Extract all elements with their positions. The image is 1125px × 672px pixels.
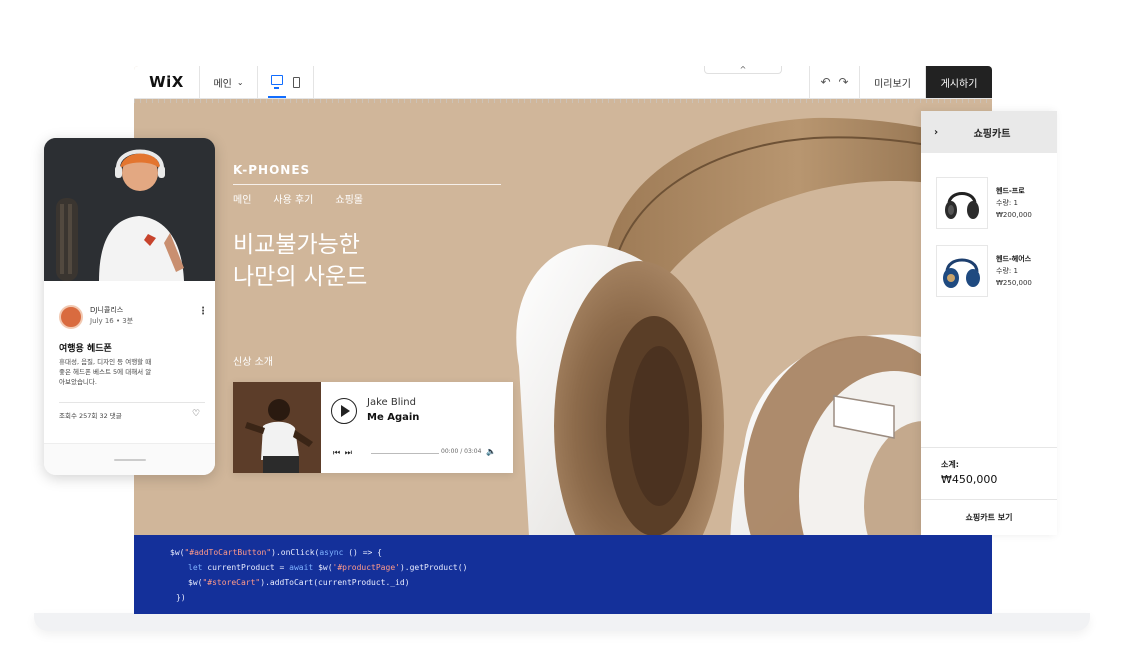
volume-icon[interactable]: 🔈 <box>486 447 496 456</box>
cart-title: 쇼핑카트 <box>973 128 1011 140</box>
cart-header: › 쇼핑카트 <box>921 111 1057 153</box>
desktop-icon <box>271 75 283 89</box>
device-switcher <box>258 66 314 98</box>
cart-item-info: 헨드-헤어스 수량: 1 ₩250,000 <box>996 253 1032 289</box>
play-button[interactable] <box>331 398 357 424</box>
progress-bar[interactable] <box>371 453 439 454</box>
code-line: $w("#addToCartButton").onClick(async () … <box>170 548 382 557</box>
cart-divider <box>921 499 1057 500</box>
chevron-down-icon: ⌄ <box>236 77 244 87</box>
cart-divider <box>921 447 1057 448</box>
cart-item[interactable]: 헨드-헤어스 수량: 1 ₩250,000 <box>936 245 1057 299</box>
laptop-base <box>34 613 1090 631</box>
nav-item-main[interactable]: 메인 <box>233 191 251 206</box>
post-date: July 16 • 3분 <box>90 317 134 325</box>
editor-toolbar: WiX 메인 ⌄ ^ ↶ ↷ 미리보기 게시하기 <box>134 66 992 99</box>
post-excerpt: 휴대성, 음질, 디자인 등 여행할 때 좋은 헤드폰 베스트 5에 대해서 알… <box>59 358 152 386</box>
cart-collapse-icon[interactable]: › <box>921 127 951 138</box>
post-divider <box>59 402 205 403</box>
publish-button[interactable]: 게시하기 <box>926 66 992 98</box>
cart-item-image <box>936 177 988 229</box>
track-artist: Jake Blind <box>367 397 416 408</box>
code-panel[interactable]: $w("#addToCartButton").onClick(async () … <box>134 535 992 614</box>
code-line: }) <box>176 593 186 602</box>
music-player: Jake Blind Me Again ⏮ ⏭ 00:00 / 03:04 🔈 <box>233 382 513 473</box>
collapse-toolbar-handle[interactable]: ^ <box>704 66 782 74</box>
track-time: 00:00 / 03:04 <box>441 448 482 455</box>
new-arrivals-label: 신상 소개 <box>233 357 273 368</box>
post-title[interactable]: 여행용 헤드폰 <box>59 341 112 354</box>
hero-title-line1: 비교불가능한 <box>233 232 360 258</box>
cart-item-info: 헨드-프로 수량: 1 ₩200,000 <box>996 185 1032 221</box>
site-brand[interactable]: K-PHONES <box>233 163 310 177</box>
author-name[interactable]: DJ니콜리스 <box>90 305 123 315</box>
ruler <box>134 99 992 103</box>
phone-footer <box>44 443 215 475</box>
mobile-preview: DJ니콜리스 July 16 • 3분 ⋮ 여행용 헤드폰 휴대성, 음질, 디… <box>44 138 215 475</box>
nav-item-reviews[interactable]: 사용 후기 <box>273 191 313 206</box>
mobile-view-button[interactable] <box>293 76 300 88</box>
hero-title: 비교불가능한 나만의 사운드 <box>233 229 367 293</box>
cart-item-price: ₩200,000 <box>996 211 1032 219</box>
player-cover-image <box>233 382 321 473</box>
hero-title-line2: 나만의 사운드 <box>233 264 368 290</box>
undo-icon[interactable]: ↶ <box>820 75 830 89</box>
page-selector-label: 메인 <box>213 78 232 90</box>
track-title: Me Again <box>367 412 420 423</box>
site-nav: 메인 사용 후기 쇼핑몰 <box>233 191 363 206</box>
author-avatar[interactable] <box>59 305 83 329</box>
preview-button[interactable]: 미리보기 <box>860 66 926 98</box>
brand-divider <box>233 184 501 185</box>
blog-post-photo <box>44 138 215 281</box>
wix-logo[interactable]: WiX <box>134 66 200 98</box>
desktop-view-button[interactable] <box>268 75 286 98</box>
more-options-icon[interactable]: ⋮ <box>198 306 208 317</box>
nav-item-shop[interactable]: 쇼핑몰 <box>335 191 363 206</box>
toolbar-spacer: ^ <box>314 66 810 98</box>
subtotal-value: ₩450,000 <box>941 473 998 486</box>
cart-item[interactable]: 헨드-프로 수량: 1 ₩200,000 <box>936 177 1057 231</box>
cart-item-name: 헨드-헤어스 <box>996 255 1032 263</box>
cart-item-image <box>936 245 988 297</box>
cart-item-price: ₩250,000 <box>996 279 1032 287</box>
post-stats: 조회수 257회 32 댓글 <box>59 412 122 420</box>
undo-redo-group: ↶ ↷ <box>810 66 860 98</box>
prev-next-controls[interactable]: ⏮ ⏭ <box>333 448 353 458</box>
redo-icon[interactable]: ↷ <box>839 75 849 89</box>
page-selector[interactable]: 메인 ⌄ <box>200 66 258 98</box>
cart-item-qty: 수량: 1 <box>996 267 1018 275</box>
cart-item-name: 헨드-프로 <box>996 187 1025 195</box>
cart-item-qty: 수량: 1 <box>996 199 1018 207</box>
heart-icon[interactable]: ♡ <box>192 409 200 419</box>
editor-canvas: WiX 메인 ⌄ ^ ↶ ↷ 미리보기 게시하기 K-PHONES 메인 사용 … <box>134 66 992 614</box>
home-indicator <box>114 459 146 461</box>
code-line: $w("#storeCart").addToCart(currentProduc… <box>188 578 410 587</box>
subtotal-label: 소계: <box>941 460 959 469</box>
shopping-cart-panel: › 쇼핑카트 헨드-프로 수량: 1 ₩200,000 헨드-헤어스 수량: 1… <box>921 111 1057 535</box>
code-line: let currentProduct = await $w('#productP… <box>188 563 468 572</box>
headphones-image <box>516 117 992 614</box>
view-cart-button[interactable]: 쇼핑카트 보기 <box>921 501 1057 535</box>
